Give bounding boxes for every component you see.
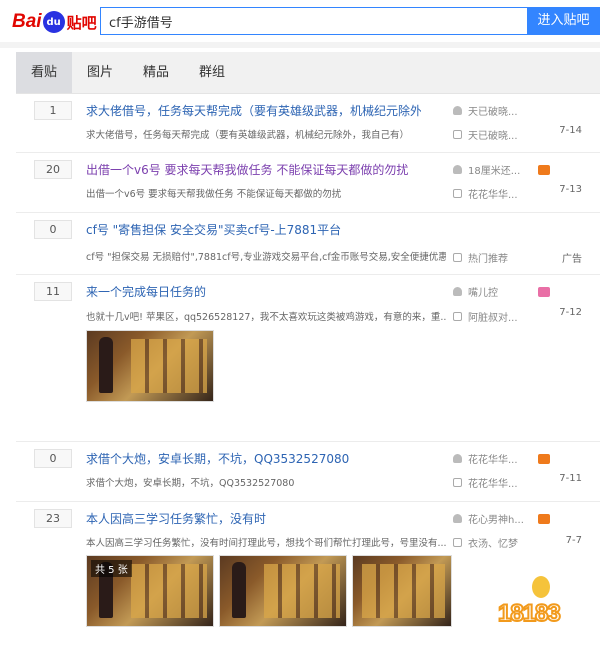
author-name[interactable]: 嘴儿控	[468, 284, 498, 299]
reply-count: 20	[34, 160, 72, 179]
user-icon	[453, 287, 462, 296]
user-icon	[453, 514, 462, 523]
thread-author[interactable]: 天已破晓...	[453, 103, 518, 118]
thread-title[interactable]: 本人因高三学习任务繁忙，没有时	[86, 510, 421, 527]
thread-author[interactable]: 嘴儿控	[453, 284, 498, 299]
image-count-label: 共 5 张	[91, 560, 132, 577]
user-icon	[453, 165, 462, 174]
author-name[interactable]: 花心男神h...	[468, 511, 524, 526]
thread-summary: 也就十几v吧! 苹果区，qq526528127，我不太喜欢玩这类被鸡游戏，有意的…	[86, 312, 446, 323]
tab-featured[interactable]: 精品	[128, 52, 184, 93]
reply-count: 23	[34, 509, 72, 528]
thread-row: 0 cf号 "寄售担保 安全交易"买卖cf号-上7881平台 cf号 "担保交易…	[16, 213, 600, 275]
author-name[interactable]: 18厘米还...	[468, 162, 520, 177]
thread-row: 1 求大佬借号，任务每天帮完成（要有英雄级武器，机械纪元除外，我 求大佬借号，任…	[16, 94, 600, 153]
character-figure	[99, 337, 113, 393]
thread-date: 7-12	[559, 307, 582, 318]
weapon-panel	[131, 564, 207, 618]
ad-label: 广告	[562, 254, 582, 265]
reply-icon	[453, 312, 462, 321]
thread-author[interactable]: 18厘米还...	[453, 162, 520, 177]
thread-summary: cf号 "担保交易 无损赔付",7881cf号,专业游戏交易平台,cf金币账号交…	[86, 252, 446, 263]
thread-thumbnail[interactable]	[352, 555, 452, 627]
game-badge-icon	[538, 454, 550, 464]
thread-author[interactable]: 花花华华...	[453, 451, 518, 466]
reply-icon	[453, 253, 462, 262]
thread-thumbnail[interactable]	[86, 330, 214, 402]
last-reply[interactable]: 花花华华...	[453, 186, 518, 201]
last-reply-name[interactable]: 热门推荐	[468, 250, 508, 265]
reply-count: 1	[34, 101, 72, 120]
reply-icon	[453, 478, 462, 487]
last-reply[interactable]: 花花华华...	[453, 475, 518, 490]
paw-icon: du	[42, 11, 65, 33]
thread-list: 1 求大佬借号，任务每天帮完成（要有英雄级武器，机械纪元除外，我 求大佬借号，任…	[16, 94, 600, 647]
reply-icon	[453, 538, 462, 547]
site-watermark: 18183	[490, 572, 595, 642]
thread-date: 7-11	[559, 473, 582, 484]
last-reply-name[interactable]: 花花华华...	[468, 186, 518, 201]
thread-row: 11 来一个完成每日任务的 也就十几v吧! 苹果区，qq526528127，我不…	[16, 275, 600, 442]
vip-badge-icon	[538, 287, 550, 297]
thread-summary: 出借一个v6号 要求每天帮我做任务 不能保证每天都做的勿扰	[86, 189, 342, 200]
thread-title[interactable]: 求借个大炮，安卓长期，不坑，QQ3532527080	[86, 450, 421, 467]
character-figure	[232, 562, 246, 618]
author-name[interactable]: 花花华华...	[468, 451, 518, 466]
weapon-panel	[264, 564, 340, 618]
thread-summary: 求借个大炮，安卓长期，不坑，QQ3532527080	[86, 478, 295, 489]
weapon-panel	[361, 564, 445, 618]
last-reply[interactable]: 热门推荐	[453, 250, 508, 265]
last-reply-name[interactable]: 阿脏叔对...	[468, 309, 518, 324]
weapon-panel	[131, 339, 207, 393]
logo-bai: Bai	[12, 11, 42, 32]
thread-title[interactable]: 出借一个v6号 要求每天帮我做任务 不能保证每天都做的勿扰	[86, 161, 421, 178]
user-icon	[453, 106, 462, 115]
last-reply[interactable]: 衣汤、忆梦	[453, 535, 518, 550]
thread-date: 7-14	[559, 125, 582, 136]
thread-summary: 本人因高三学习任务繁忙，没有时间打理此号，想找个哥们帮忙打理此号，号里没有...	[86, 538, 446, 549]
thread-thumbnail[interactable]: 共 5 张	[86, 555, 214, 627]
thread-title[interactable]: cf号 "寄售担保 安全交易"买卖cf号-上7881平台	[86, 221, 421, 238]
thread-date: 7-7	[565, 535, 582, 546]
watermark-text: 18183	[497, 599, 562, 628]
last-reply[interactable]: 天已破晓...	[453, 127, 518, 142]
last-reply-name[interactable]: 天已破晓...	[468, 127, 518, 142]
enter-tieba-button[interactable]: 进入贴吧	[527, 7, 600, 35]
thread-title[interactable]: 来一个完成每日任务的	[86, 283, 421, 300]
mascot-icon	[532, 576, 550, 598]
thread-row: 20 出借一个v6号 要求每天帮我做任务 不能保证每天都做的勿扰 出借一个v6号…	[16, 153, 600, 213]
reply-icon	[453, 130, 462, 139]
author-name[interactable]: 天已破晓...	[468, 103, 518, 118]
thread-summary: 求大佬借号，任务每天帮完成（要有英雄级武器，机械纪元除外，我自己有）	[86, 130, 410, 141]
header-divider	[0, 42, 600, 48]
game-badge-icon	[538, 514, 550, 524]
header: Bai du 贴吧 进入贴吧	[0, 0, 600, 42]
reply-count: 0	[34, 220, 72, 239]
thread-author[interactable]: 花心男神h...	[453, 511, 524, 526]
reply-count: 0	[34, 449, 72, 468]
last-reply[interactable]: 阿脏叔对...	[453, 309, 518, 324]
tab-posts[interactable]: 看贴	[16, 52, 73, 93]
last-reply-name[interactable]: 衣汤、忆梦	[468, 535, 518, 550]
thread-title[interactable]: 求大佬借号，任务每天帮完成（要有英雄级武器，机械纪元除外，我	[86, 102, 421, 119]
game-badge-icon	[538, 165, 550, 175]
thread-thumbnail[interactable]	[219, 555, 347, 627]
thread-row: 0 求借个大炮，安卓长期，不坑，QQ3532527080 求借个大炮，安卓长期，…	[16, 442, 600, 502]
tab-images[interactable]: 图片	[72, 52, 128, 93]
tab-bar: 看贴 图片 精品 群组	[16, 52, 600, 94]
user-icon	[453, 454, 462, 463]
tab-groups[interactable]: 群组	[184, 52, 240, 93]
reply-icon	[453, 189, 462, 198]
logo-tieba: 贴吧	[66, 13, 97, 32]
reply-count: 11	[34, 282, 72, 301]
baidu-tieba-logo[interactable]: Bai du 贴吧	[12, 8, 97, 36]
thread-date: 7-13	[559, 184, 582, 195]
last-reply-name[interactable]: 花花华华...	[468, 475, 518, 490]
search-input[interactable]	[100, 7, 527, 35]
